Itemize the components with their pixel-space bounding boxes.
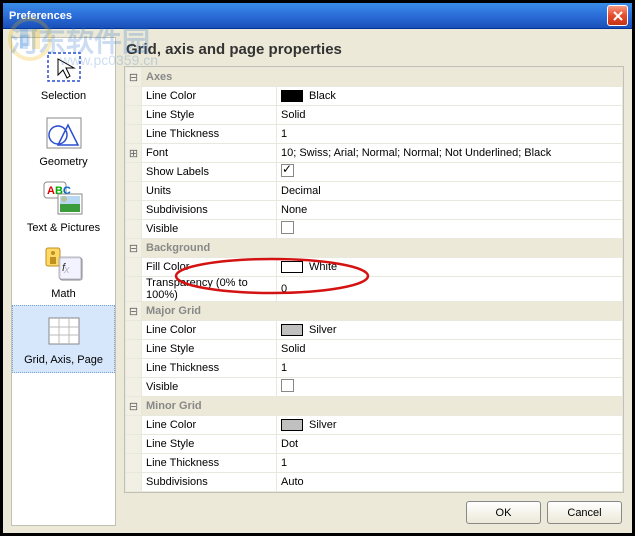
group-major: Major Grid: [142, 302, 623, 321]
close-button[interactable]: [607, 5, 628, 26]
prop-value[interactable]: 1: [277, 125, 623, 144]
group-axes: Axes: [142, 68, 623, 87]
prop-label: Line Color: [142, 416, 277, 435]
expander-background[interactable]: ⊟: [126, 239, 142, 258]
expander-axes[interactable]: ⊟: [126, 68, 142, 87]
category-geometry[interactable]: Geometry: [12, 108, 115, 174]
prop-label: Visible: [142, 378, 277, 397]
prop-label: Line Thickness: [142, 359, 277, 378]
prop-value[interactable]: 1: [277, 454, 623, 473]
category-label: Geometry: [39, 156, 87, 168]
prop-value[interactable]: Decimal: [277, 182, 623, 201]
selection-icon: [40, 46, 88, 88]
page-heading: Grid, axis and page properties: [124, 37, 624, 66]
prop-value[interactable]: 0: [277, 277, 623, 302]
category-selection[interactable]: Selection: [12, 42, 115, 108]
prop-label: Line Style: [142, 435, 277, 454]
property-grid: ⊟Axes Line ColorBlack Line StyleSolid Li…: [124, 66, 624, 493]
ok-button[interactable]: OK: [466, 501, 541, 524]
group-minor: Minor Grid: [142, 397, 623, 416]
close-icon: [613, 11, 623, 21]
prop-label: Subdivisions: [142, 201, 277, 220]
grid-icon: [40, 310, 88, 352]
prop-label: Units: [142, 182, 277, 201]
category-label: Selection: [41, 90, 86, 102]
prop-value[interactable]: 1: [277, 359, 623, 378]
geometry-icon: [40, 112, 88, 154]
prop-value-fill-color[interactable]: White: [277, 258, 623, 277]
prop-label: Subdivisions: [142, 473, 277, 492]
prop-label: Line Style: [142, 106, 277, 125]
prop-label: Show Labels: [142, 163, 277, 182]
category-label: Math: [51, 288, 75, 300]
prop-value[interactable]: Solid: [277, 340, 623, 359]
prop-label: Font: [142, 144, 277, 163]
prop-value-line-color[interactable]: Silver: [277, 416, 623, 435]
prop-value[interactable]: Dot: [277, 435, 623, 454]
prop-value-line-color[interactable]: Silver: [277, 321, 623, 340]
prop-label: Line Color: [142, 87, 277, 106]
prop-label: Line Color: [142, 321, 277, 340]
prop-value-checkbox[interactable]: [277, 220, 623, 239]
titlebar: Preferences: [3, 3, 632, 29]
math-icon: xf: [40, 244, 88, 286]
prop-value[interactable]: Solid: [277, 106, 623, 125]
window-title: Preferences: [7, 10, 607, 22]
expander-font[interactable]: ⊞: [126, 144, 142, 163]
prop-label: Visible: [142, 220, 277, 239]
prop-value[interactable]: 10; Swiss; Arial; Normal; Normal; Not Un…: [277, 144, 623, 163]
expander-major[interactable]: ⊟: [126, 302, 142, 321]
category-label: Grid, Axis, Page: [24, 354, 103, 366]
prop-value[interactable]: None: [277, 201, 623, 220]
category-list: Selection Geometry ABC Text & Pictures: [11, 37, 116, 526]
category-grid-axis-page[interactable]: Grid, Axis, Page: [12, 305, 115, 373]
prop-label: Line Thickness: [142, 454, 277, 473]
prop-label: Line Style: [142, 340, 277, 359]
prop-value[interactable]: Auto: [277, 473, 623, 492]
prop-label: Line Thickness: [142, 125, 277, 144]
prop-value-checkbox[interactable]: [277, 378, 623, 397]
category-label: Text & Pictures: [27, 222, 100, 234]
category-math[interactable]: xf Math: [12, 240, 115, 306]
cancel-button[interactable]: Cancel: [547, 501, 622, 524]
expander-minor[interactable]: ⊟: [126, 397, 142, 416]
prop-value-checkbox[interactable]: [277, 163, 623, 182]
prop-value-line-color[interactable]: Black: [277, 87, 623, 106]
group-background: Background: [142, 239, 623, 258]
text-pictures-icon: ABC: [40, 178, 88, 220]
prop-label: Fill Color: [142, 258, 277, 277]
category-text-pictures[interactable]: ABC Text & Pictures: [12, 174, 115, 240]
prop-label: Transparency (0% to 100%): [142, 277, 277, 302]
